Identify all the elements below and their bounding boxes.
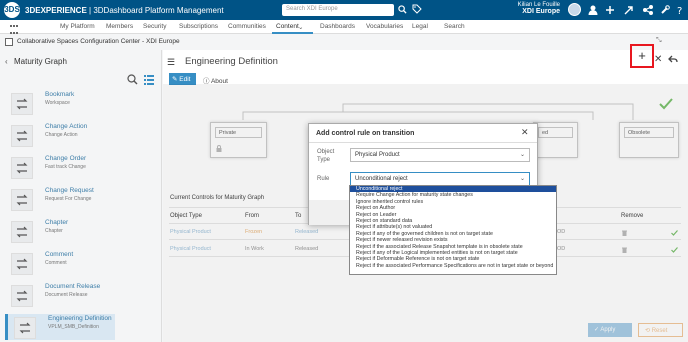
item-name: Engineering Definition bbox=[48, 315, 112, 322]
item-name: Change Order bbox=[45, 155, 87, 162]
lifecycle-icon bbox=[11, 157, 33, 179]
item-desc: Request For Change bbox=[45, 196, 92, 202]
list-item[interactable]: Chapter Chapter bbox=[5, 218, 115, 244]
rule-dropdown-list: Unconditional reject Require Change Acti… bbox=[349, 185, 557, 275]
item-name: Bookmark bbox=[45, 91, 75, 98]
tag-icon[interactable] bbox=[412, 4, 422, 14]
item-desc: Document Release bbox=[45, 292, 88, 298]
page-title: Engineering Definition bbox=[185, 56, 278, 67]
platform-title: 3DEXPERIENCE | 3DDashboard Platform Mana… bbox=[25, 6, 224, 15]
top-bar: 3DS 3DEXPERIENCE | 3DDashboard Platform … bbox=[0, 0, 688, 20]
user-info[interactable]: Kilian Le Fouille XDI Europe bbox=[500, 2, 560, 15]
rule-select[interactable]: Unconditional reject ⌄ bbox=[350, 172, 530, 186]
search-icon[interactable] bbox=[398, 5, 407, 14]
dialog-title: Add control rule on transition bbox=[316, 130, 415, 137]
list-view-icon[interactable] bbox=[144, 74, 154, 85]
list-item[interactable]: Comment Comment bbox=[5, 250, 115, 276]
item-name: Comment bbox=[45, 251, 74, 258]
lifecycle-icon bbox=[11, 221, 33, 243]
svg-text:?: ? bbox=[677, 6, 682, 15]
avatar[interactable] bbox=[568, 3, 581, 16]
tab-content[interactable]: Content bbox=[272, 23, 313, 34]
tenant-name: XDI Europe bbox=[522, 8, 560, 15]
tab-communities[interactable]: Communities bbox=[228, 23, 266, 30]
breadcrumb: Collaborative Spaces Configuration Cente… bbox=[0, 35, 688, 49]
tab-security[interactable]: Security bbox=[143, 23, 166, 30]
undo-icon[interactable] bbox=[668, 54, 678, 64]
tab-search[interactable]: Search bbox=[444, 23, 465, 30]
lifecycle-icon bbox=[11, 125, 33, 147]
divider bbox=[309, 142, 537, 143]
list-item[interactable]: Change Request Request For Change bbox=[5, 186, 115, 212]
item-name: Document Release bbox=[45, 283, 101, 290]
item-desc: Workspace bbox=[45, 100, 70, 106]
collapse-icon[interactable]: ⤡ bbox=[656, 37, 662, 45]
global-search-input[interactable]: Search XDI Europe bbox=[282, 4, 394, 16]
list-item[interactable]: Change Action Change Action bbox=[5, 122, 115, 148]
chevron-down-icon: ⌄ bbox=[519, 152, 525, 158]
list-item[interactable]: Document Release Document Release bbox=[5, 282, 115, 308]
tools-icon[interactable] bbox=[660, 5, 670, 15]
tab-my-platform[interactable]: My Platform bbox=[60, 23, 95, 30]
close-icon[interactable]: ✕ bbox=[654, 54, 662, 65]
tab-subscriptions[interactable]: Subscriptions bbox=[179, 23, 218, 30]
item-name: Change Action bbox=[45, 123, 88, 130]
plus-icon[interactable] bbox=[605, 5, 615, 15]
chevron-down-icon[interactable]: ⌄ bbox=[298, 23, 303, 31]
rule-label: Rule bbox=[317, 176, 330, 182]
list-item-selected[interactable]: Engineering Definition VPLM_SMB_Definiti… bbox=[5, 314, 115, 340]
communication-icon[interactable] bbox=[643, 5, 653, 15]
panel-title: Maturity Graph bbox=[14, 57, 67, 66]
object-type-select[interactable]: Physical Product ⌄ bbox=[350, 148, 530, 162]
lifecycle-icon bbox=[14, 317, 36, 339]
rule-option[interactable]: Reject if the associated Performance Spe… bbox=[350, 263, 556, 269]
item-desc: Chapter bbox=[45, 228, 63, 234]
item-desc: Comment bbox=[45, 260, 67, 266]
brand-name: 3DEXPERIENCE bbox=[25, 6, 87, 15]
help-icon[interactable]: ? bbox=[676, 5, 686, 15]
tab-legal[interactable]: Legal bbox=[412, 23, 428, 30]
close-icon[interactable]: ✕ bbox=[521, 127, 529, 138]
object-type-label: Object Type bbox=[317, 149, 335, 163]
item-name: Chapter bbox=[45, 219, 69, 226]
add-rule-button[interactable]: + bbox=[630, 44, 654, 68]
lifecycle-icon bbox=[11, 189, 33, 211]
content-nav: My Platform Members Security Subscriptio… bbox=[0, 20, 688, 34]
back-arrow-icon[interactable]: ‹ bbox=[5, 57, 8, 66]
app-name: | 3DDashboard Platform Management bbox=[86, 6, 224, 15]
list-item[interactable]: Change Order Fast track Change bbox=[5, 154, 115, 180]
apps-grid-icon[interactable] bbox=[10, 23, 19, 34]
lifecycle-icon bbox=[11, 285, 33, 307]
compass-logo[interactable]: 3DS bbox=[4, 2, 20, 18]
profile-icon[interactable] bbox=[588, 5, 598, 15]
object-type-value: Physical Product bbox=[355, 152, 400, 158]
config-center-title: Collaborative Spaces Configuration Cente… bbox=[17, 38, 180, 45]
edit-label: Edit bbox=[179, 76, 191, 83]
tab-vocabularies[interactable]: Vocabularies bbox=[366, 23, 403, 30]
panel-toggle-icon[interactable] bbox=[5, 38, 13, 46]
item-desc: Change Action bbox=[45, 132, 78, 138]
item-name: Change Request bbox=[45, 187, 94, 194]
share-icon[interactable] bbox=[624, 5, 634, 15]
chevron-down-icon: ⌄ bbox=[519, 176, 525, 182]
list-item[interactable]: Bookmark Workspace bbox=[5, 90, 115, 116]
item-desc: Fast track Change bbox=[45, 164, 86, 170]
tab-dashboards[interactable]: Dashboards bbox=[320, 23, 355, 30]
maturity-graph-panel: ‹ Maturity Graph Bookmark Workspace Chan… bbox=[0, 50, 162, 342]
rule-value: Unconditional reject bbox=[355, 176, 408, 182]
menu-icon[interactable]: ☰ bbox=[167, 57, 175, 68]
item-desc: VPLM_SMB_Definition bbox=[48, 324, 99, 330]
tab-members[interactable]: Members bbox=[106, 23, 133, 30]
lifecycle-icon bbox=[11, 253, 33, 275]
lifecycle-icon bbox=[11, 93, 33, 115]
search-icon[interactable] bbox=[127, 74, 138, 85]
